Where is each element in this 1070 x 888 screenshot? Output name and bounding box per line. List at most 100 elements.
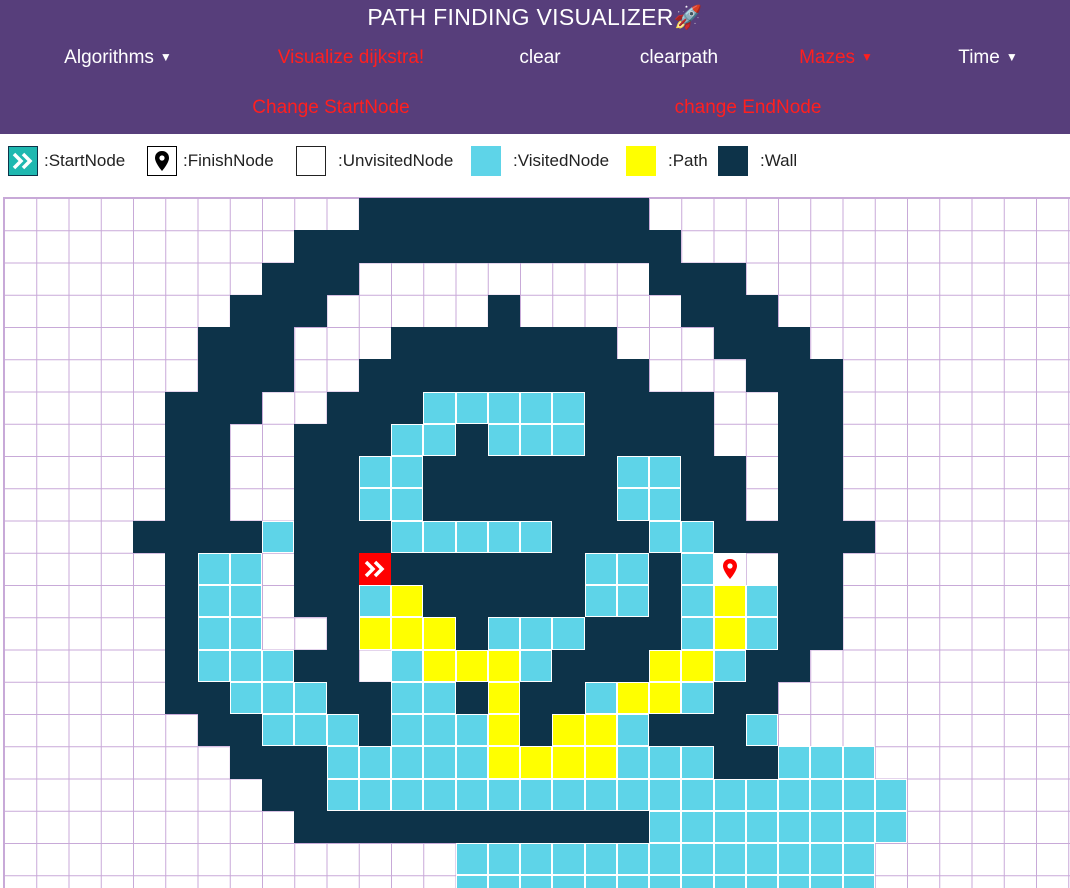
visited-cell[interactable] <box>520 875 553 888</box>
visited-cell[interactable] <box>649 778 682 811</box>
wall-cell[interactable] <box>552 327 585 360</box>
visited-cell[interactable] <box>745 585 778 618</box>
visited-cell[interactable] <box>391 778 424 811</box>
visited-cell[interactable] <box>262 681 295 714</box>
visited-cell[interactable] <box>616 843 649 876</box>
wall-cell[interactable] <box>294 810 327 843</box>
path-cell[interactable] <box>681 649 714 682</box>
visited-cell[interactable] <box>197 585 230 618</box>
wall-cell[interactable] <box>229 746 262 779</box>
visited-cell[interactable] <box>391 746 424 779</box>
wall-cell[interactable] <box>552 359 585 392</box>
change-startnode-button[interactable]: Change StartNode <box>252 97 409 119</box>
wall-cell[interactable] <box>649 391 682 424</box>
visited-cell[interactable] <box>649 746 682 779</box>
algorithms-dropdown[interactable]: Algorithms ▼ <box>64 47 172 69</box>
wall-cell[interactable] <box>616 391 649 424</box>
visited-cell[interactable] <box>391 649 424 682</box>
visited-cell[interactable] <box>584 778 617 811</box>
wall-cell[interactable] <box>391 327 424 360</box>
visited-cell[interactable] <box>229 552 262 585</box>
visited-cell[interactable] <box>358 585 391 618</box>
wall-cell[interactable] <box>487 294 520 327</box>
wall-cell[interactable] <box>358 810 391 843</box>
wall-cell[interactable] <box>584 359 617 392</box>
visited-cell[interactable] <box>681 810 714 843</box>
visited-cell[interactable] <box>487 423 520 456</box>
wall-cell[interactable] <box>810 359 843 392</box>
wall-cell[interactable] <box>262 294 295 327</box>
wall-cell[interactable] <box>358 423 391 456</box>
wall-cell[interactable] <box>197 681 230 714</box>
wall-cell[interactable] <box>165 456 198 489</box>
wall-cell[interactable] <box>455 359 488 392</box>
path-cell[interactable] <box>487 714 520 747</box>
wall-cell[interactable] <box>778 585 811 618</box>
visited-cell[interactable] <box>520 649 553 682</box>
wall-cell[interactable] <box>713 262 746 295</box>
visited-cell[interactable] <box>616 714 649 747</box>
wall-cell[interactable] <box>358 681 391 714</box>
wall-cell[interactable] <box>616 423 649 456</box>
wall-cell[interactable] <box>391 359 424 392</box>
wall-cell[interactable] <box>552 649 585 682</box>
visited-cell[interactable] <box>713 778 746 811</box>
wall-cell[interactable] <box>745 520 778 553</box>
visited-cell[interactable] <box>552 617 585 650</box>
start-node[interactable] <box>358 552 391 585</box>
visited-cell[interactable] <box>616 585 649 618</box>
wall-cell[interactable] <box>423 810 456 843</box>
wall-cell[interactable] <box>197 488 230 521</box>
wall-cell[interactable] <box>681 294 714 327</box>
visited-cell[interactable] <box>874 810 907 843</box>
wall-cell[interactable] <box>616 359 649 392</box>
visited-cell[interactable] <box>681 617 714 650</box>
visited-cell[interactable] <box>391 456 424 489</box>
visited-cell[interactable] <box>552 843 585 876</box>
visited-cell[interactable] <box>455 746 488 779</box>
wall-cell[interactable] <box>229 520 262 553</box>
wall-cell[interactable] <box>616 649 649 682</box>
wall-cell[interactable] <box>810 391 843 424</box>
visited-cell[interactable] <box>262 714 295 747</box>
path-cell[interactable] <box>391 585 424 618</box>
visited-cell[interactable] <box>391 423 424 456</box>
wall-cell[interactable] <box>197 520 230 553</box>
wall-cell[interactable] <box>810 552 843 585</box>
wall-cell[interactable] <box>713 456 746 489</box>
wall-cell[interactable] <box>778 649 811 682</box>
wall-cell[interactable] <box>455 198 488 231</box>
visited-cell[interactable] <box>681 520 714 553</box>
wall-cell[interactable] <box>197 391 230 424</box>
wall-cell[interactable] <box>842 520 875 553</box>
visited-cell[interactable] <box>229 585 262 618</box>
wall-cell[interactable] <box>133 520 166 553</box>
visited-cell[interactable] <box>842 746 875 779</box>
wall-cell[interactable] <box>165 681 198 714</box>
wall-cell[interactable] <box>584 198 617 231</box>
visited-cell[interactable] <box>649 520 682 553</box>
wall-cell[interactable] <box>745 294 778 327</box>
wall-cell[interactable] <box>649 714 682 747</box>
visited-cell[interactable] <box>552 423 585 456</box>
wall-cell[interactable] <box>681 714 714 747</box>
visited-cell[interactable] <box>745 810 778 843</box>
wall-cell[interactable] <box>520 327 553 360</box>
visited-cell[interactable] <box>874 778 907 811</box>
visited-cell[interactable] <box>681 552 714 585</box>
visited-cell[interactable] <box>584 552 617 585</box>
visited-cell[interactable] <box>391 488 424 521</box>
path-cell[interactable] <box>616 681 649 714</box>
path-cell[interactable] <box>423 617 456 650</box>
visited-cell[interactable] <box>455 714 488 747</box>
wall-cell[interactable] <box>584 456 617 489</box>
wall-cell[interactable] <box>455 552 488 585</box>
wall-cell[interactable] <box>584 649 617 682</box>
time-dropdown[interactable]: Time ▼ <box>958 47 1017 69</box>
wall-cell[interactable] <box>649 552 682 585</box>
wall-cell[interactable] <box>229 714 262 747</box>
visited-cell[interactable] <box>262 520 295 553</box>
visited-cell[interactable] <box>326 746 359 779</box>
wall-cell[interactable] <box>520 198 553 231</box>
wall-cell[interactable] <box>713 681 746 714</box>
